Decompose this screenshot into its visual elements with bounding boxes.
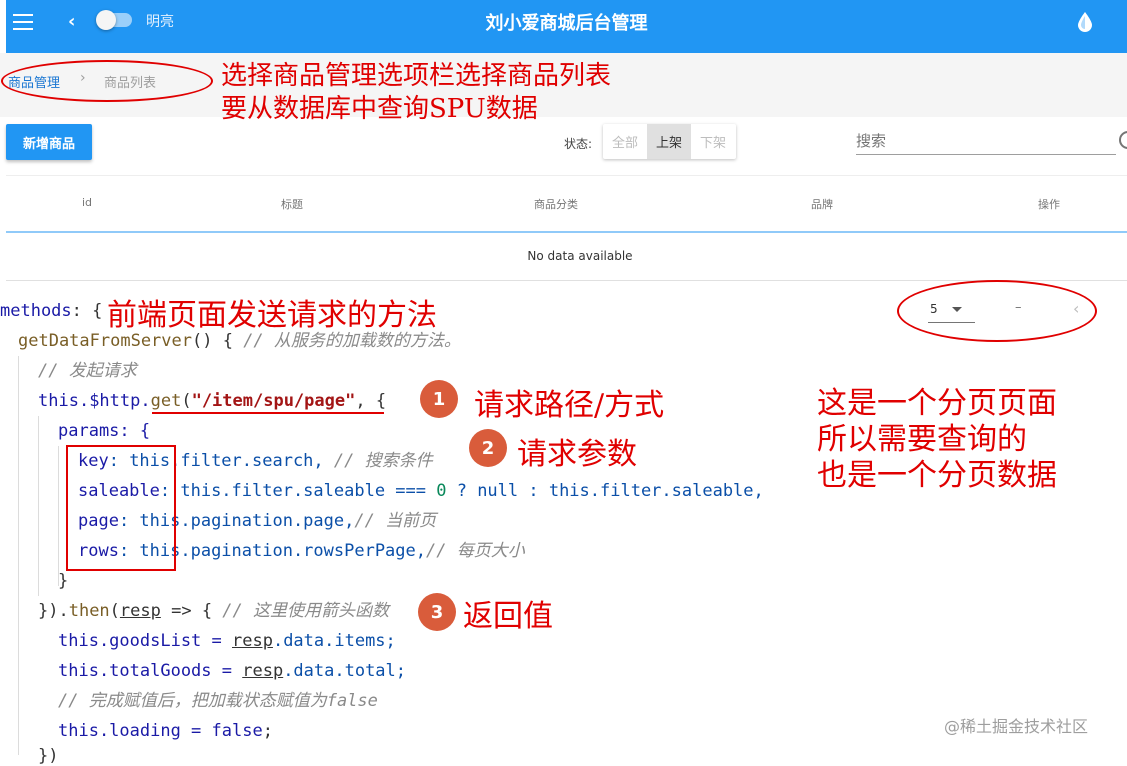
- status-off-shelf-button[interactable]: 下架: [691, 124, 735, 159]
- code-comment: // 从服务的加载数的方法。: [243, 331, 461, 351]
- annotation-text-top-2: 要从数据库中查询SPU数据: [221, 94, 538, 124]
- annotation-badge-2: 2: [469, 429, 507, 467]
- code-line: // 完成赋值后，把加载状态赋值为false: [58, 691, 378, 711]
- code-token: false: [211, 721, 263, 741]
- code-comment: // 每页大小: [426, 541, 525, 561]
- code-line: this.$http.get("/item/spu/page", {: [38, 391, 386, 411]
- code-token: }).: [38, 601, 69, 621]
- annotation-badge-3: 3: [418, 593, 456, 631]
- code-token: get: [150, 391, 182, 411]
- add-goods-button[interactable]: 新增商品: [6, 124, 92, 160]
- code-token: (: [181, 391, 192, 411]
- code-line: this.loading = false;: [58, 721, 273, 741]
- annotation-ellipse-breadcrumb: [1, 60, 213, 102]
- indent-guide: [58, 446, 59, 586]
- code-token: methods: [0, 301, 72, 321]
- annotation-ellipse-pagination: [897, 280, 1097, 342]
- column-header-title[interactable]: 标题: [281, 196, 303, 212]
- code-token: then: [68, 601, 110, 621]
- code-comment: // 发起请求: [38, 361, 137, 381]
- code-line: }: [58, 571, 68, 591]
- code-token: .data.total;: [283, 661, 407, 681]
- column-header-category[interactable]: 商品分类: [534, 196, 578, 212]
- code-token: .data.items;: [272, 631, 396, 651]
- code-token: this.totalGoods =: [58, 661, 243, 681]
- code-token: params: {: [58, 421, 151, 441]
- code-token: => {: [160, 601, 223, 621]
- code-token: .$http.: [78, 391, 151, 411]
- code-token: () {: [192, 331, 244, 351]
- app-bar: ‹ 明亮 刘小爱商城后台管理: [6, 0, 1127, 53]
- no-data-text: No data available: [527, 249, 633, 263]
- code-line: params: {: [58, 421, 150, 441]
- code-token: (: [109, 601, 120, 621]
- app-title: 刘小爱商城后台管理: [485, 13, 648, 34]
- code-token: }: [58, 571, 69, 591]
- status-toggle-group: 全部 上架 下架: [603, 124, 736, 159]
- code-comment: // 搜索条件: [333, 451, 433, 471]
- search-input[interactable]: [856, 128, 1116, 155]
- status-on-shelf-button[interactable]: 上架: [647, 124, 691, 159]
- code-line: saleable: this.filter.saleable === 0 ? n…: [78, 481, 764, 501]
- table-progress-bar: [6, 231, 1127, 233]
- column-header-brand[interactable]: 品牌: [811, 196, 833, 212]
- annotation-underline-url: [152, 412, 384, 414]
- annotation-text-badge-1: 请求路径/方式: [474, 388, 665, 423]
- code-line: this.goodsList = resp.data.items;: [58, 631, 396, 651]
- code-token: resp: [119, 601, 161, 621]
- indent-guide: [18, 356, 19, 755]
- code-number: 0: [436, 481, 447, 501]
- code-line: }).then(resp => { // 这里使用箭头函数: [38, 601, 389, 621]
- code-token: this: [38, 391, 79, 411]
- code-token: : {: [71, 301, 103, 321]
- code-line: }): [38, 746, 58, 766]
- indent-guide: [38, 416, 39, 596]
- code-comment: // 当前页: [354, 511, 437, 531]
- annotation-text-methods: 前端页面发送请求的方法: [107, 298, 437, 333]
- table-top-divider: [6, 175, 1127, 176]
- code-token: resp: [232, 631, 273, 651]
- theme-drop-icon[interactable]: [1076, 11, 1094, 33]
- code-token: this.goodsList =: [58, 631, 232, 651]
- status-all-button[interactable]: 全部: [603, 124, 647, 159]
- annotation-text-top-1: 选择商品管理选项栏选择商品列表: [221, 61, 612, 91]
- status-label: 状态:: [564, 137, 593, 151]
- code-line: this.totalGoods = resp.data.total;: [58, 661, 406, 681]
- annotation-rect-params: [66, 445, 176, 571]
- code-token: ? null : this.filter.saleable,: [446, 481, 764, 501]
- code-comment: // 完成赋值后，把加载状态赋值为false: [58, 691, 378, 711]
- code-token: }): [38, 746, 59, 766]
- annotation-text-right-3: 也是一个分页数据: [817, 458, 1057, 493]
- code-comment: // 这里使用箭头函数: [222, 601, 390, 621]
- search-icon[interactable]: [1119, 131, 1127, 149]
- annotation-text-badge-2: 请求参数: [517, 437, 637, 472]
- column-header-actions: 操作: [1038, 198, 1060, 211]
- column-header-id[interactable]: id: [82, 196, 92, 209]
- table-bottom-divider: [6, 280, 1127, 281]
- annotation-text-badge-3: 返回值: [463, 599, 553, 634]
- code-string: "/item/spu/page": [191, 391, 356, 411]
- code-line: // 发起请求: [38, 361, 137, 381]
- watermark: @稀土掘金技术社区: [944, 717, 1089, 736]
- code-line: methods: {: [0, 301, 102, 321]
- annotation-badge-1: 1: [420, 380, 458, 418]
- code-token: : this.filter.saleable ===: [159, 481, 437, 501]
- code-token: this.loading =: [58, 721, 212, 741]
- code-token: getDataFromServer: [18, 331, 192, 351]
- code-line: getDataFromServer() { // 从服务的加载数的方法。: [18, 331, 461, 351]
- code-token: resp: [242, 661, 284, 681]
- code-token: ;: [262, 721, 273, 741]
- code-token: , {: [355, 391, 387, 411]
